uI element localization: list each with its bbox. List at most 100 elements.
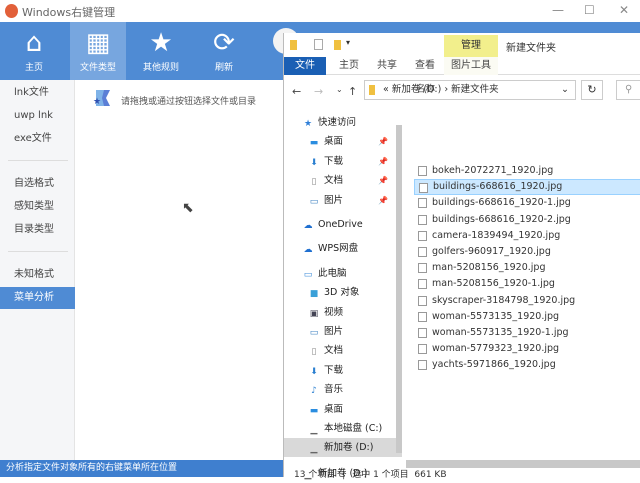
file-row[interactable]: camera-1839494_1920.jpg <box>414 228 640 244</box>
nav-item[interactable]: ▭ 图片 📌 <box>284 191 402 210</box>
other-rules-label: 其他规则 <box>142 63 179 73</box>
minimize-button[interactable]: — <box>552 3 564 17</box>
file-row[interactable]: golfers-960917_1920.jpg <box>414 244 640 260</box>
sidebar-item-unknown-format[interactable]: 未知格式 <box>0 264 75 286</box>
nav-item[interactable]: ▁ 新加卷 (D:) <box>284 438 402 458</box>
image-file-icon <box>418 166 427 176</box>
file-type-button[interactable]: ▦ 文件类型 <box>70 22 126 80</box>
explorer-status: 13 个项目 │ 选中 1 个项目 661 KB <box>294 470 447 480</box>
other-rules-button[interactable]: ★ 其他规则 <box>133 22 189 80</box>
recent-dropdown[interactable]: ⌄ <box>336 85 343 94</box>
image-file-icon <box>418 360 427 371</box>
file-row[interactable]: skyscraper-3184798_1920.jpg <box>414 293 640 309</box>
maximize-button[interactable]: ☐ <box>584 3 595 17</box>
properties-icon[interactable] <box>314 39 323 50</box>
file-row[interactable]: buildings-668616_1920-2.jpg <box>414 212 640 228</box>
file-row[interactable]: woman-5779323_1920.jpg <box>414 341 640 357</box>
tab-home[interactable]: 主页 <box>334 57 364 75</box>
sidebar-item-menu-analysis[interactable]: 菜单分析 <box>0 287 75 309</box>
nav-item[interactable]: ⬇ 下载 📌 <box>284 152 402 171</box>
file-name: man-5208156_1920.jpg <box>432 262 546 274</box>
nav-item-label: 桌面 <box>324 136 344 148</box>
nav-item[interactable]: ▭ 图片 <box>284 322 402 341</box>
back-button[interactable]: ← <box>292 85 301 98</box>
forward-button[interactable]: → <box>314 85 323 98</box>
sidebar-item-lnk[interactable]: lnk文件 <box>0 82 75 104</box>
nav-item[interactable]: ⬇ 下载 <box>284 361 402 380</box>
file-name: camera-1839494_1920.jpg <box>432 229 561 241</box>
nav-item[interactable]: ▯ 文档 📌 <box>284 171 402 190</box>
tab-share[interactable]: 共享 <box>372 57 402 75</box>
drive-icon: ▁ <box>310 425 318 435</box>
refresh-button[interactable]: ⟳ 刷新 <box>196 22 252 80</box>
new-folder-icon[interactable] <box>334 40 341 50</box>
nav-item[interactable]: ☁ WPS网盘 <box>284 239 402 258</box>
nav-item[interactable]: ♪ 音乐 <box>284 380 402 399</box>
file-row[interactable]: buildings-668616_1920-1.jpg <box>414 195 640 211</box>
file-row[interactable]: woman-5573135_1920.jpg <box>414 309 640 325</box>
file-row[interactable]: yachts-5971866_1920.jpg <box>414 357 640 373</box>
image-file-icon <box>418 295 427 306</box>
nav-item-label: 下载 <box>324 364 344 376</box>
item-count: 13 个项目 <box>294 470 336 480</box>
chevron-down-icon[interactable]: ▾ <box>346 38 350 47</box>
pin-icon[interactable]: 📌 <box>378 152 388 171</box>
star-icon: ★ <box>303 119 313 129</box>
window-title: 新建文件夹 <box>506 43 556 54</box>
grid-search-icon: ▦ <box>85 28 111 58</box>
nav-item[interactable]: ■ 3D 对象 <box>284 283 402 302</box>
tab-view[interactable]: 查看 <box>410 57 440 75</box>
tab-manage[interactable]: 管理 <box>444 35 498 57</box>
nav-item[interactable]: ▬ 桌面 📌 <box>284 132 402 151</box>
image-file-icon <box>418 214 427 225</box>
nav-item[interactable]: ▯ 文档 <box>284 341 402 360</box>
file-explorer-window: ▾ 管理 新建文件夹 文件 主页 共享 查看 图片工具 ← → ⌄ ↑ « 新加… <box>283 33 640 480</box>
folder-icon <box>290 40 297 50</box>
pin-icon[interactable]: 📌 <box>378 132 388 151</box>
download-icon: ⬇ <box>310 157 318 168</box>
sidebar-item-perceived-type[interactable]: 感知类型 <box>0 196 75 218</box>
address-overflow[interactable]: « <box>383 84 389 95</box>
nav-item[interactable]: ▭ 此电脑 <box>284 264 402 283</box>
nav-item[interactable]: ▣ 视频 <box>284 303 402 322</box>
nav-item[interactable]: ▬ 桌面 <box>284 400 402 419</box>
status-bar: 分析指定文件对象所有的右键菜单所在位置 <box>0 460 283 477</box>
column-header-name[interactable]: 名称 <box>416 81 435 95</box>
nav-item[interactable]: ★ 快速访问 <box>284 113 402 132</box>
file-name: man-5208156_1920-1.jpg <box>432 278 555 290</box>
file-row[interactable]: bokeh-2072271_1920.jpg <box>414 163 640 179</box>
home-button[interactable]: ⌂ 主页 <box>6 22 62 80</box>
close-button[interactable]: ✕ <box>619 3 629 17</box>
pin-icon[interactable]: 📌 <box>378 191 388 210</box>
nav-item-label: 此电脑 <box>318 267 347 279</box>
up-button[interactable]: ↑ <box>348 85 357 98</box>
file-name: woman-5573135_1920-1.jpg <box>432 327 569 338</box>
sidebar-item-directory-type[interactable]: 目录类型 <box>0 219 75 241</box>
nav-item[interactable]: ▁ 本地磁盘 (C:) <box>284 419 402 438</box>
drop-target-icon[interactable]: ★ <box>92 88 112 108</box>
sidebar-item-exe[interactable]: exe文件 <box>0 128 75 150</box>
nav-item-label: 视频 <box>324 306 344 318</box>
sidebar-item-uwp-lnk[interactable]: uwp lnk <box>0 105 75 127</box>
svg-text:★: ★ <box>93 97 101 107</box>
file-name: golfers-960917_1920.jpg <box>432 246 551 257</box>
file-row[interactable]: woman-5573135_1920-1.jpg <box>414 325 640 341</box>
tab-file[interactable]: 文件 <box>284 57 326 75</box>
file-row[interactable]: man-5208156_1920.jpg <box>414 260 640 276</box>
desktop-icon: ▬ <box>309 138 319 149</box>
file-row[interactable]: buildings-668616_1920.jpg <box>414 179 640 196</box>
pin-icon[interactable]: 📌 <box>378 171 388 190</box>
pictures-icon: ▭ <box>309 328 319 338</box>
sidebar-item-custom-format[interactable]: 自选格式 <box>0 173 75 195</box>
image-file-icon <box>418 230 427 241</box>
nav-scrollbar[interactable] <box>396 125 402 453</box>
home-label: 主页 <box>24 63 43 73</box>
nav-item[interactable]: ☁ OneDrive <box>284 215 402 234</box>
file-name: woman-5779323_1920.jpg <box>432 343 560 355</box>
tab-picture-tools[interactable]: 图片工具 <box>444 57 498 75</box>
sidebar: lnk文件 uwp lnk exe文件 自选格式 感知类型 目录类型 未知格式 … <box>0 80 75 460</box>
file-row[interactable]: man-5208156_1920-1.jpg <box>414 276 640 292</box>
file-name: bokeh-2072271_1920.jpg <box>432 165 554 176</box>
cube-icon: ■ <box>309 289 319 300</box>
drive-icon: ▁ <box>310 444 318 455</box>
